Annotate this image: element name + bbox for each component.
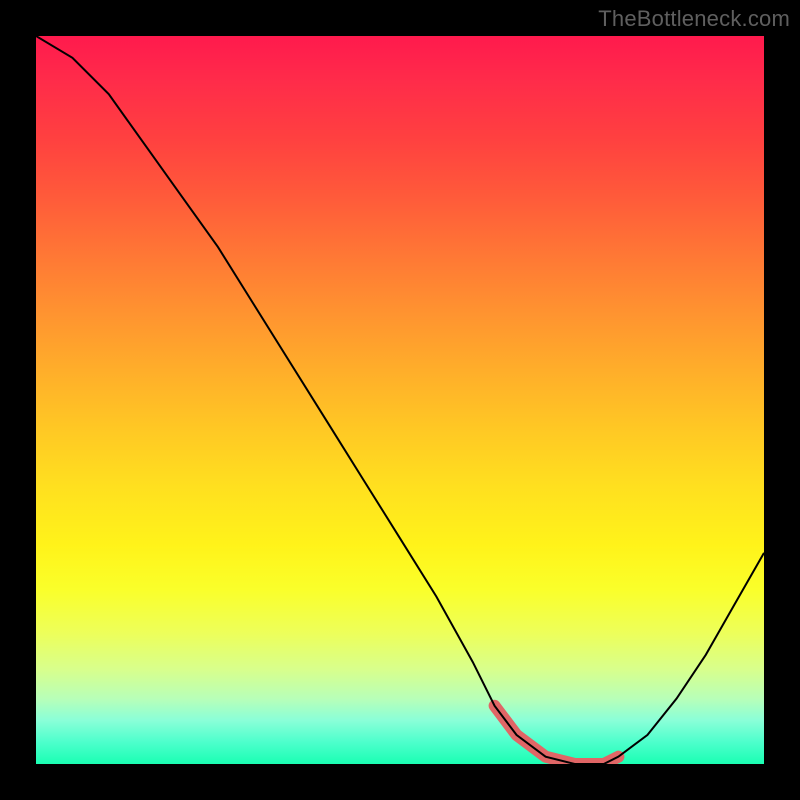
watermark-text: TheBottleneck.com [598,6,790,32]
optimal-region-highlight [495,706,619,764]
chart-container: TheBottleneck.com [0,0,800,800]
bottleneck-curve [36,36,764,764]
plot-area [36,36,764,764]
curve-svg [36,36,764,764]
